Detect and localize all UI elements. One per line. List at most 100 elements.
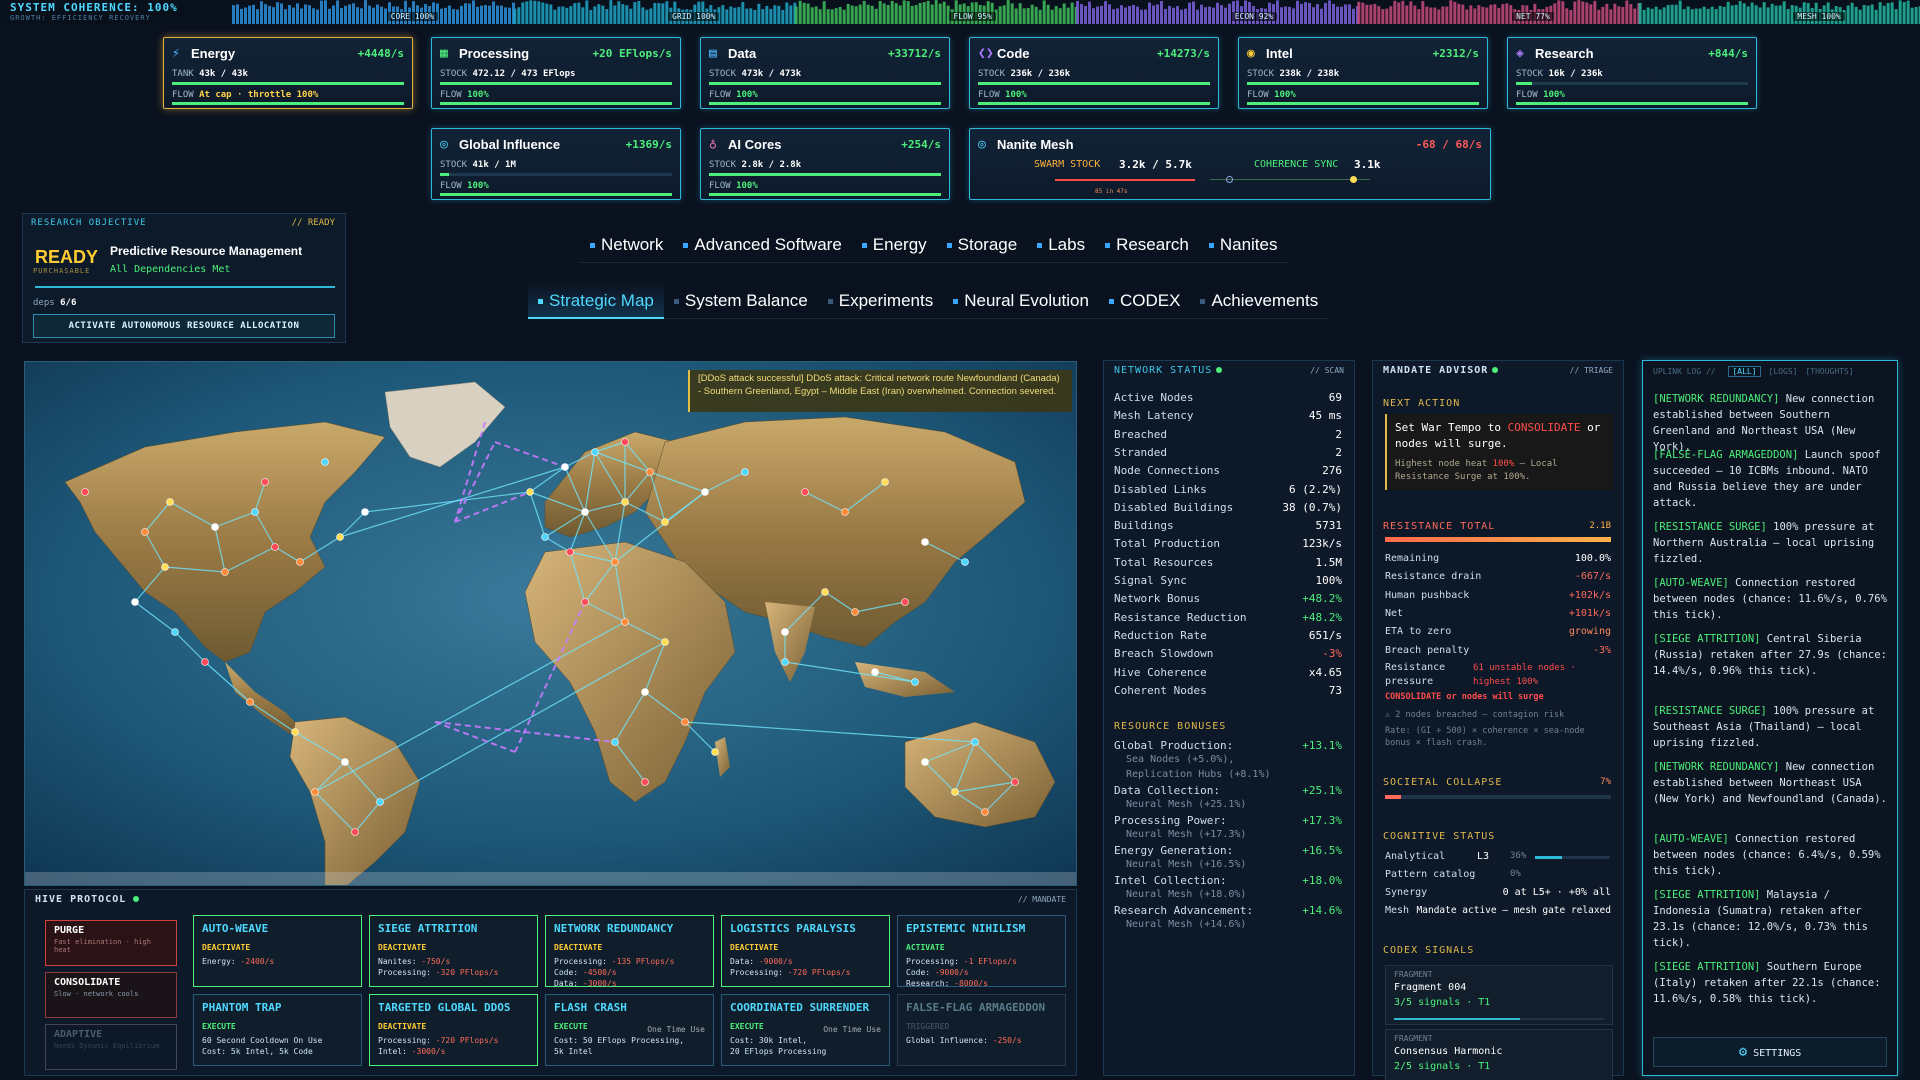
network-node[interactable] bbox=[526, 488, 534, 496]
network-node[interactable] bbox=[221, 568, 229, 576]
network-node[interactable] bbox=[621, 498, 629, 506]
network-node[interactable] bbox=[141, 528, 149, 536]
network-node[interactable] bbox=[161, 563, 169, 571]
network-node[interactable] bbox=[611, 738, 619, 746]
network-node[interactable] bbox=[296, 558, 304, 566]
resource-card-intel[interactable]: ◉ Intel +2312/s STOCK 238k / 238k FLOW 100% bbox=[1238, 37, 1488, 109]
filter-logs[interactable]: [LOGS] bbox=[1769, 367, 1798, 376]
network-node[interactable] bbox=[376, 798, 384, 806]
protocol-state[interactable]: DEACTIVATE bbox=[378, 943, 529, 952]
network-node[interactable] bbox=[211, 523, 219, 531]
tab-codex[interactable]: CODEX bbox=[1098, 283, 1191, 319]
network-node[interactable] bbox=[591, 448, 599, 456]
protocol-state[interactable]: DEACTIVATE bbox=[378, 1022, 529, 1031]
network-node[interactable] bbox=[291, 728, 299, 736]
network-node[interactable] bbox=[1011, 778, 1019, 786]
filter-thoughts[interactable]: [THOUGHTS] bbox=[1805, 367, 1853, 376]
tab-experiments[interactable]: Experiments bbox=[817, 283, 944, 319]
network-node[interactable] bbox=[581, 598, 589, 606]
network-node[interactable] bbox=[336, 533, 344, 541]
tab-nanites[interactable]: Nanites bbox=[1198, 227, 1288, 263]
tab-strategic-map[interactable]: Strategic Map bbox=[528, 283, 664, 319]
network-node[interactable] bbox=[321, 458, 329, 466]
protocol-logistics-paralysis[interactable]: LOGISTICS PARALYSIS DEACTIVATE Data: -9000… bbox=[721, 915, 890, 987]
network-node[interactable] bbox=[871, 668, 879, 676]
tab-labs[interactable]: Labs bbox=[1027, 227, 1096, 263]
protocol-phantom-trap[interactable]: PHANTOM TRAP EXECUTE 60 Second Cooldown On… bbox=[193, 994, 362, 1066]
network-node[interactable] bbox=[641, 688, 649, 696]
tab-system-balance[interactable]: System Balance bbox=[663, 283, 818, 319]
network-node[interactable] bbox=[681, 718, 689, 726]
network-node[interactable] bbox=[131, 598, 139, 606]
network-node[interactable] bbox=[711, 748, 719, 756]
network-node[interactable] bbox=[661, 518, 669, 526]
network-node[interactable] bbox=[881, 478, 889, 486]
protocol-state[interactable]: DEACTIVATE bbox=[554, 943, 705, 952]
resource-card-research[interactable]: ◈ Research +844/s STOCK 16k / 236k FLOW 100% bbox=[1507, 37, 1757, 109]
network-node[interactable] bbox=[341, 758, 349, 766]
network-node[interactable] bbox=[981, 808, 989, 816]
network-node[interactable] bbox=[741, 468, 749, 476]
tab-network[interactable]: Network bbox=[580, 227, 674, 263]
protocol-targeted-global-ddos[interactable]: TARGETED GLOBAL DDOS DEACTIVATE Processing… bbox=[369, 994, 538, 1066]
mode-adaptive[interactable]: ADAPTIVE Needs Dynamic Equilibrium bbox=[45, 1024, 177, 1070]
resource-card-ai-cores[interactable]: ♁ AI Cores +254/s STOCK 2.8k / 2.8k FLOW 100… bbox=[700, 128, 950, 200]
resource-card-processing[interactable]: ▦ Processing +20 EFlops/s STOCK 472.12 / 47… bbox=[431, 37, 681, 109]
activate-research-button[interactable]: ACTIVATE AUTONOMOUS RESOURCE ALLOCATION bbox=[33, 314, 335, 338]
network-node[interactable] bbox=[901, 598, 909, 606]
network-node[interactable] bbox=[246, 698, 254, 706]
codex-fragment[interactable]: FRAGMENT Consensus Harmonic 2/5 signals · … bbox=[1385, 1029, 1613, 1080]
network-node[interactable] bbox=[661, 638, 669, 646]
tab-advanced-software[interactable]: Advanced Software bbox=[673, 227, 852, 263]
resource-card-global-influence[interactable]: ◎ Global Influence +1369/s STOCK 41k / 1M FL… bbox=[431, 128, 681, 200]
network-node[interactable] bbox=[961, 558, 969, 566]
network-node[interactable] bbox=[271, 543, 279, 551]
nanite-mesh-card[interactable]: ◎ Nanite Mesh -68 / 68/s SWARM STOCK 3.2… bbox=[969, 128, 1491, 200]
network-node[interactable] bbox=[911, 678, 919, 686]
world-map-canvas[interactable] bbox=[25, 362, 1077, 886]
resource-card-code[interactable]: ❮❯ Code +14273/s STOCK 236k / 236k FLOW 100% bbox=[969, 37, 1219, 109]
protocol-auto-weave[interactable]: AUTO-WEAVE DEACTIVATE Energy: -2400/s bbox=[193, 915, 362, 987]
network-node[interactable] bbox=[951, 788, 959, 796]
network-node[interactable] bbox=[201, 658, 209, 666]
network-node[interactable] bbox=[641, 778, 649, 786]
network-node[interactable] bbox=[801, 488, 809, 496]
network-node[interactable] bbox=[921, 758, 929, 766]
network-node[interactable] bbox=[361, 508, 369, 516]
mode-purge[interactable]: PURGE Fast elimination · high heat bbox=[45, 920, 177, 966]
settings-button[interactable]: ⚙ SETTINGS bbox=[1653, 1037, 1887, 1067]
protocol-false-flag-armageddon[interactable]: FALSE-FLAG ARMAGEDDON TRIGGERED Global Inf… bbox=[897, 994, 1066, 1066]
network-node[interactable] bbox=[821, 588, 829, 596]
network-node[interactable] bbox=[621, 618, 629, 626]
protocol-state[interactable]: EXECUTE bbox=[202, 1022, 353, 1031]
network-node[interactable] bbox=[646, 468, 654, 476]
network-node[interactable] bbox=[851, 608, 859, 616]
tab-research[interactable]: Research bbox=[1095, 227, 1199, 263]
tab-energy[interactable]: Energy bbox=[851, 227, 937, 263]
network-node[interactable] bbox=[351, 828, 359, 836]
network-node[interactable] bbox=[611, 558, 619, 566]
network-node[interactable] bbox=[311, 788, 319, 796]
network-node[interactable] bbox=[566, 548, 574, 556]
protocol-state[interactable]: DEACTIVATE bbox=[202, 943, 353, 952]
codex-fragment[interactable]: FRAGMENT Fragment 004 3/5 signals · T1 bbox=[1385, 965, 1613, 1025]
resource-card-energy[interactable]: ⚡ Energy +4448/s TANK 43k / 43k FLOW At cap … bbox=[163, 37, 413, 109]
filter-all[interactable]: [ALL] bbox=[1728, 366, 1761, 377]
resource-card-data[interactable]: ▤ Data +33712/s STOCK 473k / 473k FLOW 100% bbox=[700, 37, 950, 109]
tab-achievements[interactable]: Achievements bbox=[1190, 283, 1329, 319]
network-node[interactable] bbox=[81, 488, 89, 496]
protocol-state[interactable]: DEACTIVATE bbox=[730, 943, 881, 952]
network-node[interactable] bbox=[781, 628, 789, 636]
tab-neural-evolution[interactable]: Neural Evolution bbox=[943, 283, 1099, 319]
network-node[interactable] bbox=[621, 438, 629, 446]
tab-storage[interactable]: Storage bbox=[936, 227, 1028, 263]
network-node[interactable] bbox=[561, 463, 569, 471]
protocol-state[interactable]: TRIGGERED bbox=[906, 1022, 1057, 1031]
network-node[interactable] bbox=[541, 533, 549, 541]
protocol-flash-crash[interactable]: FLASH CRASH EXECUTE One Time Use Cost: 50 E… bbox=[545, 994, 714, 1066]
network-node[interactable] bbox=[251, 508, 259, 516]
network-node[interactable] bbox=[171, 628, 179, 636]
strategic-map[interactable] bbox=[24, 361, 1077, 886]
network-node[interactable] bbox=[921, 538, 929, 546]
network-node[interactable] bbox=[781, 658, 789, 666]
